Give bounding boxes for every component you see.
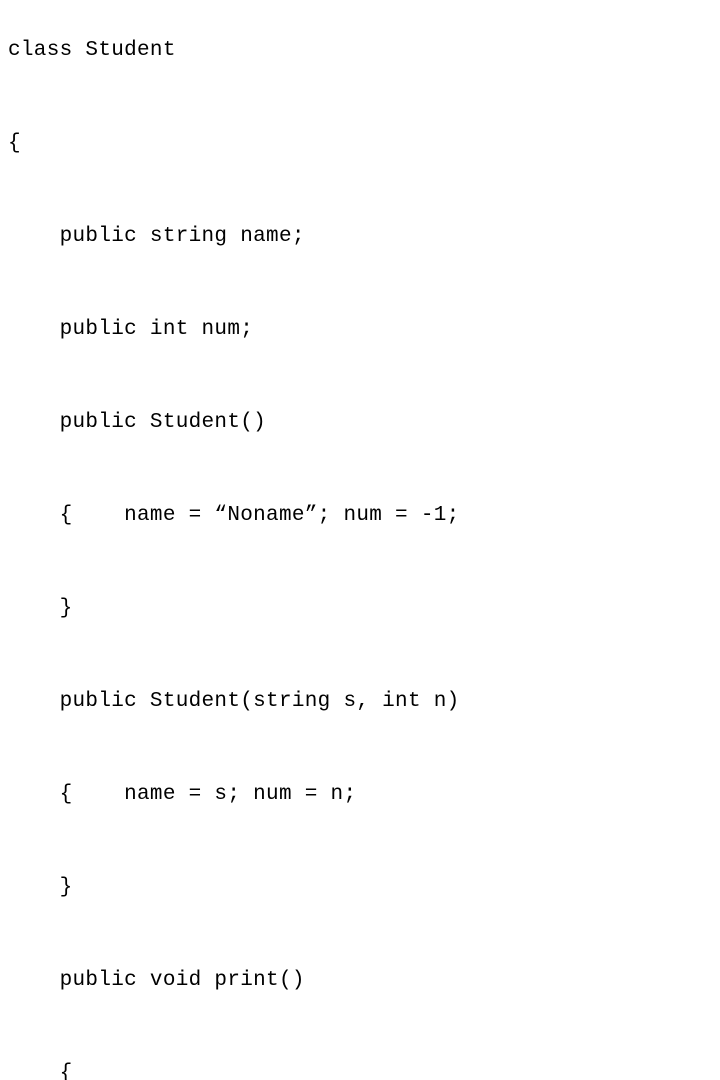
- slide-canvas: class Student { public string name; publ…: [0, 0, 720, 1080]
- code-line: {: [8, 132, 21, 155]
- code-line: }: [8, 876, 73, 899]
- code-line: { name = “Noname”; num = -1;: [8, 504, 460, 527]
- code-line: public Student(string s, int n): [8, 690, 460, 713]
- code-block: class Student { public string name; publ…: [8, 4, 712, 1080]
- code-line: }: [8, 597, 73, 620]
- code-line: {: [8, 1062, 73, 1080]
- code-line: public int num;: [8, 318, 254, 341]
- code-line: class Student: [8, 39, 176, 62]
- code-line: public string name;: [8, 225, 305, 248]
- code-line: { name = s; num = n;: [8, 783, 357, 806]
- code-line: public Student(): [8, 411, 267, 434]
- code-line: public void print(): [8, 969, 305, 992]
